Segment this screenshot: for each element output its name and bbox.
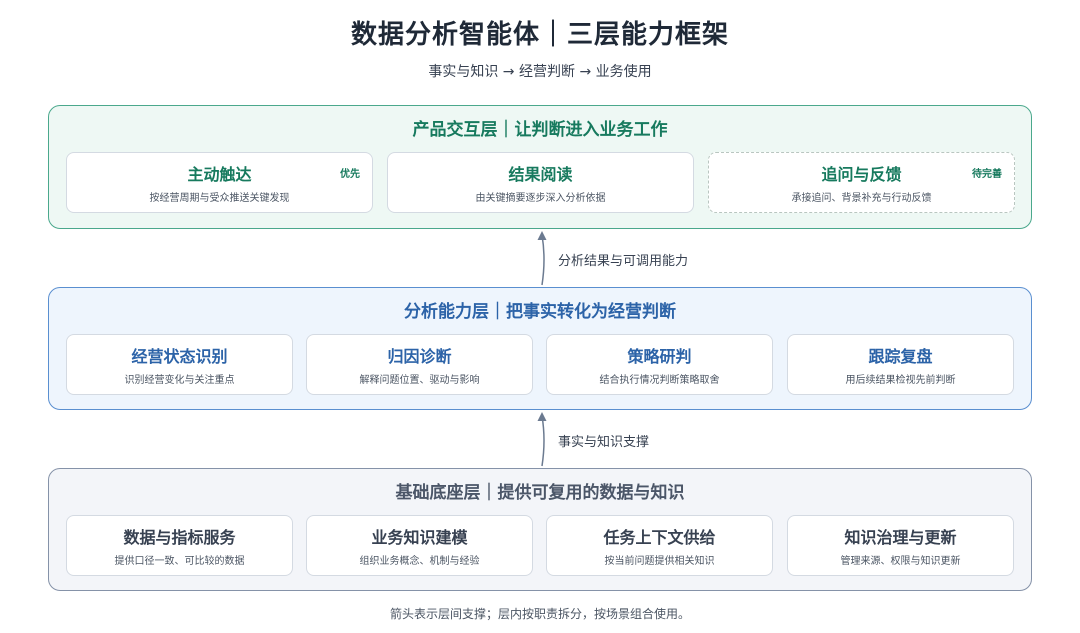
card-desc: 管理来源、权限与知识更新	[840, 556, 961, 567]
card-title: 主动触达	[187, 165, 252, 184]
card-title: 任务上下文供给	[603, 528, 716, 547]
card-desc: 按经营周期与受众推送关键发现	[149, 193, 290, 204]
card-result-reading[interactable]: 结果阅读 由关键摘要逐步深入分析依据	[387, 152, 694, 213]
card-business-state[interactable]: 经营状态识别 识别经营变化与关注重点	[66, 334, 293, 395]
card-desc: 按当前问题提供相关知识	[604, 556, 715, 567]
card-tracking-review[interactable]: 跟踪复盘 用后续结果检视先前判断	[787, 334, 1014, 395]
card-title: 跟踪复盘	[868, 347, 933, 366]
card-desc: 结合执行情况判断策略取舍	[599, 375, 720, 386]
layer-product-interaction: 产品交互层｜让判断进入业务工作 主动触达 优先 按经营周期与受众推送关键发现 结…	[48, 105, 1032, 229]
layer-title: 基础底座层｜提供可复用的数据与知识	[395, 483, 685, 503]
card-title: 结果阅读	[508, 165, 573, 184]
card-desc: 解释问题位置、驱动与影响	[359, 375, 480, 386]
card-title: 追问与反馈	[821, 165, 902, 184]
arrow-up-icon	[537, 412, 547, 467]
card-desc: 提供口径一致、可比较的数据	[114, 556, 245, 567]
arrow-label-upper: 分析结果与可调用能力	[558, 254, 689, 269]
card-title: 归因诊断	[387, 347, 452, 366]
card-title: 业务知识建模	[371, 528, 468, 547]
card-desc: 识别经营变化与关注重点	[124, 375, 235, 386]
card-title: 策略研判	[627, 347, 692, 366]
card-desc: 组织业务概念、机制与经验	[359, 556, 480, 567]
card-title: 知识治理与更新	[844, 528, 957, 547]
card-knowledge-governance[interactable]: 知识治理与更新 管理来源、权限与知识更新	[787, 515, 1014, 576]
card-desc: 承接追问、背景补充与行动反馈	[791, 193, 932, 204]
card-data-metrics[interactable]: 数据与指标服务 提供口径一致、可比较的数据	[66, 515, 293, 576]
footnote: 箭头表示层间支撑；层内按职责拆分，按场景组合使用。	[389, 607, 690, 621]
priority-badge: 优先	[340, 169, 360, 180]
layer-title: 产品交互层｜让判断进入业务工作	[412, 120, 668, 140]
card-desc: 由关键摘要逐步深入分析依据	[475, 193, 606, 204]
layer-title: 分析能力层｜把事实转化为经营判断	[404, 302, 676, 322]
card-strategy-judgment[interactable]: 策略研判 结合执行情况判断策略取舍	[546, 334, 773, 395]
card-task-context[interactable]: 任务上下文供给 按当前问题提供相关知识	[546, 515, 773, 576]
status-badge: 待完善	[972, 169, 1002, 180]
layer-analysis-capability: 分析能力层｜把事实转化为经营判断 经营状态识别 识别经营变化与关注重点 归因诊断…	[48, 287, 1032, 410]
layer-foundation: 基础底座层｜提供可复用的数据与知识 数据与指标服务 提供口径一致、可比较的数据 …	[48, 468, 1032, 591]
card-title: 数据与指标服务	[123, 528, 236, 547]
card-followup-feedback[interactable]: 追问与反馈 待完善 承接追问、背景补充与行动反馈	[708, 152, 1015, 213]
card-title: 经营状态识别	[131, 347, 228, 366]
arrow-up-icon	[537, 231, 547, 286]
page-title: 数据分析智能体｜三层能力框架	[350, 20, 729, 50]
card-knowledge-modeling[interactable]: 业务知识建模 组织业务概念、机制与经验	[306, 515, 533, 576]
page-subtitle: 事实与知识 → 经营判断 → 业务使用	[428, 64, 652, 80]
card-attribution-diagnosis[interactable]: 归因诊断 解释问题位置、驱动与影响	[306, 334, 533, 395]
card-desc: 用后续结果检视先前判断	[845, 375, 956, 386]
arrow-label-lower: 事实与知识支撑	[558, 435, 650, 450]
card-proactive-outreach[interactable]: 主动触达 优先 按经营周期与受众推送关键发现	[66, 152, 373, 213]
